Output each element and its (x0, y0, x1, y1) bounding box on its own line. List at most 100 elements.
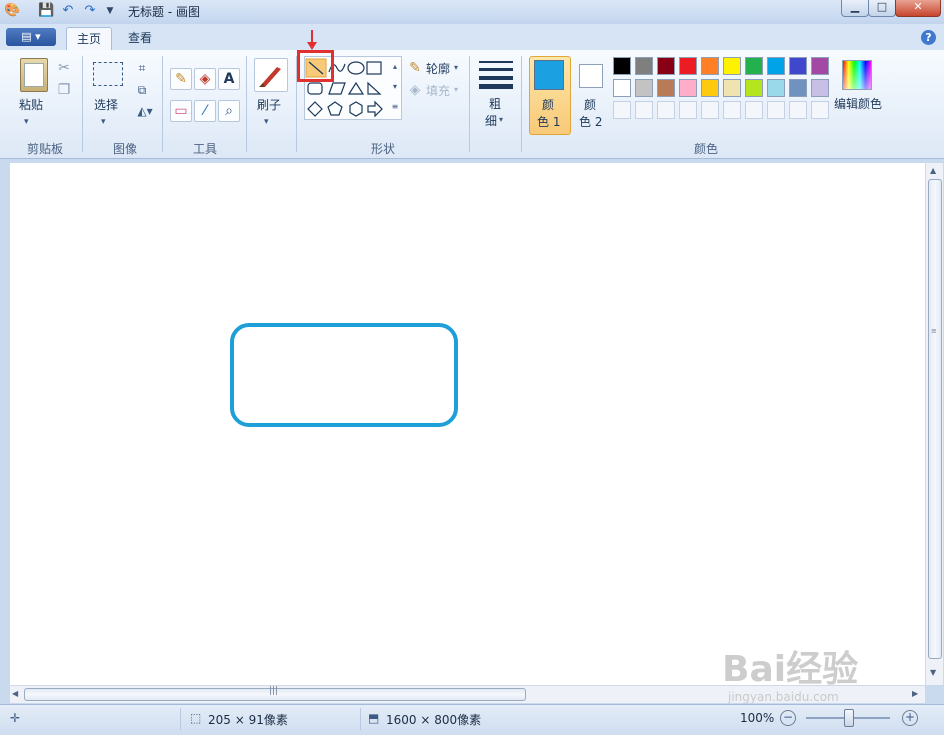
palette-swatch-empty[interactable] (635, 101, 653, 119)
color2-label-1[interactable]: 颜 (584, 96, 596, 113)
palette-swatch[interactable] (679, 57, 697, 75)
zoom-slider-thumb[interactable] (844, 709, 854, 727)
palette-swatch[interactable] (811, 79, 829, 97)
highlight-arrow-icon (307, 30, 317, 50)
resize-icon[interactable]: ⧉ (133, 80, 151, 100)
size-icon[interactable] (479, 58, 513, 89)
cursor-position-icon: ✛ (10, 711, 21, 725)
palette-swatch-empty[interactable] (811, 101, 829, 119)
size-dropdown-icon[interactable]: ▾ (499, 110, 503, 130)
maximize-button[interactable]: □ (868, 0, 896, 17)
palette-swatch[interactable] (789, 79, 807, 97)
color2-label-2[interactable]: 色 2 (579, 113, 602, 130)
palette-swatch-empty[interactable] (745, 101, 763, 119)
application-menu-button[interactable]: ▤ ▾ (6, 28, 56, 46)
palette-swatch[interactable] (745, 57, 763, 75)
palette-swatch[interactable] (723, 57, 741, 75)
separator (82, 56, 83, 152)
palette-swatch[interactable] (635, 57, 653, 75)
scroll-left-icon[interactable]: ◀ (12, 689, 18, 698)
palette-swatch-empty[interactable] (679, 101, 697, 119)
outline-button[interactable]: 轮廓 (426, 60, 450, 77)
vertical-scrollbar[interactable]: ▲ ≡ ▼ (925, 163, 943, 685)
eraser-icon[interactable]: ▭ (170, 100, 192, 122)
palette-swatch[interactable] (635, 79, 653, 97)
undo-icon[interactable]: ↶ (60, 3, 76, 19)
palette-swatch-empty[interactable] (701, 101, 719, 119)
palette-swatch[interactable] (789, 57, 807, 75)
palette-swatch[interactable] (723, 79, 741, 97)
quick-access-dropdown-icon[interactable]: ▼ (102, 3, 118, 19)
paste-button[interactable]: 粘贴 (19, 96, 43, 113)
group-label-tools: 工具 (192, 142, 217, 156)
group-label-shapes: 形状 (370, 142, 395, 156)
palette-swatch-empty[interactable] (613, 101, 631, 119)
paste-dropdown-icon[interactable]: ▾ (24, 112, 29, 132)
minimize-button[interactable]: ▁ (841, 0, 869, 17)
palette-swatch-empty[interactable] (723, 101, 741, 119)
scroll-up-icon[interactable]: ▲ (930, 166, 936, 175)
scroll-down-icon[interactable]: ▼ (930, 668, 936, 677)
palette-swatch-empty[interactable] (657, 101, 675, 119)
separator (360, 708, 361, 730)
shapes-scroll-down-icon[interactable]: ▾ (390, 78, 400, 96)
vertical-scroll-thumb[interactable] (928, 179, 942, 659)
zoom-in-icon[interactable]: + (902, 710, 918, 726)
palette-swatch[interactable] (767, 79, 785, 97)
edit-colors-icon[interactable] (842, 60, 872, 90)
palette-swatch[interactable] (767, 57, 785, 75)
magnifier-icon[interactable]: ⌕ (218, 100, 240, 122)
crop-icon[interactable]: ⌗ (133, 58, 151, 78)
palette-swatch[interactable] (701, 57, 719, 75)
drawing-canvas[interactable] (10, 163, 925, 685)
shapes-scroll-up-icon[interactable]: ▴ (390, 58, 400, 76)
cut-icon[interactable]: ✂ (55, 58, 73, 78)
zoom-out-icon[interactable]: − (780, 710, 796, 726)
color2-swatch[interactable] (579, 64, 603, 88)
brushes-dropdown-icon[interactable]: ▾ (264, 112, 269, 132)
select-icon[interactable] (93, 62, 123, 86)
selection-size-icon: ⬚ (190, 711, 202, 725)
palette-swatch[interactable] (679, 79, 697, 97)
paste-icon[interactable] (20, 58, 48, 92)
palette-swatch[interactable] (811, 57, 829, 75)
select-dropdown-icon[interactable]: ▾ (101, 112, 106, 132)
highlight-box (297, 50, 334, 82)
select-button[interactable]: 选择 (94, 96, 118, 113)
fill-dropdown-icon[interactable]: ▾ (454, 80, 458, 100)
palette-swatch[interactable] (613, 79, 631, 97)
edit-colors-button[interactable]: 编辑颜色 (834, 95, 882, 112)
rotate-icon[interactable]: ◭▾ (133, 101, 157, 121)
tab-home[interactable]: 主页 (66, 27, 113, 52)
scroll-right-icon[interactable]: ▶ (912, 689, 918, 698)
text-icon[interactable]: A (218, 68, 240, 90)
copy-icon[interactable]: ❐ (55, 80, 73, 100)
size-label-2[interactable]: 细 (485, 112, 497, 129)
tab-view[interactable]: 查看 (118, 27, 162, 49)
help-icon[interactable]: ? (921, 30, 936, 45)
brush-icon[interactable] (254, 58, 288, 92)
color1-swatch (534, 60, 564, 90)
outline-icon[interactable]: ✎ (406, 58, 424, 78)
window-title: 无标题 - 画图 (128, 5, 200, 19)
shapes-more-icon[interactable]: ≡ (390, 98, 400, 116)
close-button[interactable]: ✕ (895, 0, 941, 17)
fill-icon[interactable]: ◈ (406, 80, 424, 100)
brushes-button[interactable]: 刷子 (257, 96, 281, 113)
pencil-icon[interactable]: ✎ (170, 68, 192, 90)
palette-swatch[interactable] (745, 79, 763, 97)
outline-dropdown-icon[interactable]: ▾ (454, 58, 458, 78)
fill-button[interactable]: 填充 (426, 82, 450, 99)
paint-app-icon[interactable]: 🎨 (4, 3, 20, 19)
redo-icon[interactable]: ↷ (82, 3, 98, 19)
palette-swatch-empty[interactable] (789, 101, 807, 119)
color1-label-1: 颜 (542, 98, 555, 112)
palette-swatch-empty[interactable] (767, 101, 785, 119)
fill-bucket-icon[interactable]: ◈ (194, 68, 216, 90)
palette-swatch[interactable] (657, 79, 675, 97)
palette-swatch[interactable] (657, 57, 675, 75)
save-icon[interactable]: 💾 (38, 3, 54, 19)
color-picker-icon[interactable]: ⁄ (194, 100, 216, 122)
palette-swatch[interactable] (701, 79, 719, 97)
palette-swatch[interactable] (613, 57, 631, 75)
